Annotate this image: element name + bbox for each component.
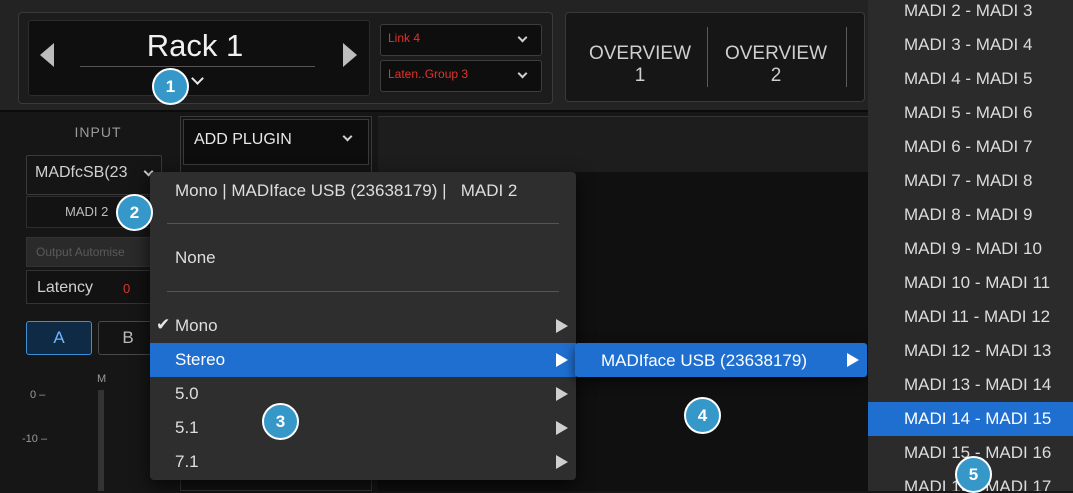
tab-overview-1-number: 1: [634, 65, 646, 86]
latency-group-dropdown[interactable]: Laten..Group 3: [380, 60, 542, 92]
next-rack-arrow-icon[interactable]: [343, 43, 357, 67]
callout-badge-1: 1: [152, 68, 189, 105]
input-format-menu: Mono | MADIface USB (23638179) | MADI 2 …: [150, 172, 576, 480]
channel-item[interactable]: MADI 12 - MADI 13: [868, 334, 1073, 368]
chevron-down-icon: [517, 32, 528, 43]
bank-a-button[interactable]: A: [26, 321, 92, 355]
channel-item-label: MADI 10 - MADI 11: [904, 273, 1051, 292]
tab-overview-2-number: 2: [770, 65, 782, 86]
device-submenu-label: MADIface USB (23638179): [601, 351, 807, 370]
chevron-down-icon: [517, 68, 528, 79]
channel-item[interactable]: MADI 7 - MADI 8: [868, 164, 1073, 198]
submenu-arrow-icon: [556, 319, 568, 333]
device-submenu-item[interactable]: MADIface USB (23638179): [575, 343, 867, 377]
channel-item-label: MADI 12 - MADI 13: [904, 341, 1052, 360]
overview-tabs: OVERVIEW 1 OVERVIEW 2: [565, 12, 865, 102]
submenu-arrow-icon: [847, 353, 859, 367]
callout-badge-5: 5: [955, 456, 992, 493]
menu-separator: [167, 223, 559, 224]
channel-item[interactable]: MADI 10 - MADI 11: [868, 266, 1073, 300]
rack-header-strip: [378, 116, 878, 172]
meter-tick-0: 0 –: [30, 389, 46, 401]
previous-rack-arrow-icon[interactable]: [40, 43, 54, 67]
tab-overview-2[interactable]: OVERVIEW 2: [708, 13, 844, 101]
menu-header: Mono | MADIface USB (23638179) | MADI 2: [150, 175, 576, 207]
bank-b-button[interactable]: B: [98, 321, 158, 355]
channel-item[interactable]: MADI 13 - MADI 14: [868, 368, 1073, 402]
channel-item-label: MADI 13 - MADI 14: [904, 375, 1052, 394]
menu-item-7-1-label: 7.1: [175, 452, 199, 471]
menu-item-5-1-label: 5.1: [175, 418, 199, 437]
menu-item-5-1[interactable]: 5.1: [150, 412, 576, 444]
tab-overview-1[interactable]: OVERVIEW 1: [572, 13, 708, 101]
channel-item-label: MADI 5 - MADI 6: [904, 103, 1033, 122]
channel-item-label: MADI 4 - MADI 5: [904, 69, 1033, 88]
channel-item[interactable]: MADI 4 - MADI 5: [868, 62, 1073, 96]
channel-item[interactable]: MADI 8 - MADI 9: [868, 198, 1073, 232]
callout-badge-4: 4: [684, 397, 721, 434]
latency-value: 0: [123, 281, 131, 296]
channel-item-label: MADI 9 - MADI 10: [904, 239, 1042, 258]
meter-tick-minus-10: -10 –: [22, 433, 48, 445]
channel-item[interactable]: MADI 3 - MADI 4: [868, 28, 1073, 62]
menu-item-stereo-label: Stereo: [175, 350, 226, 369]
latency-group-value: Laten..Group 3: [388, 67, 469, 81]
submenu-arrow-icon: [556, 387, 568, 401]
input-device-value: MADfcSB(23: [35, 164, 128, 181]
level-meter: [98, 390, 104, 491]
menu-item-none[interactable]: None: [150, 242, 576, 274]
input-section-label: INPUT: [74, 124, 122, 140]
submenu-arrow-icon: [556, 353, 568, 367]
latency-label: Latency: [37, 279, 94, 296]
menu-item-5-0[interactable]: 5.0: [150, 378, 576, 410]
latency-field: Latency 0: [26, 270, 162, 304]
tab-divider: [846, 27, 847, 87]
channel-item-selected[interactable]: MADI 14 - MADI 15: [868, 402, 1073, 436]
channel-item-label: MADI 6 - MADI 7: [904, 137, 1033, 156]
menu-item-none-label: None: [175, 248, 216, 267]
checkmark-icon: ✔: [156, 315, 171, 334]
channel-item[interactable]: MADI 5 - MADI 6: [868, 96, 1073, 130]
link-dropdown-value: Link 4: [388, 31, 421, 45]
channel-item[interactable]: MADI 2 - MADI 3: [868, 0, 1073, 28]
channel-item[interactable]: MADI 11 - MADI 12: [868, 300, 1073, 334]
add-plugin-dropdown[interactable]: ADD PLUGIN: [183, 119, 369, 165]
menu-item-7-1[interactable]: 7.1: [150, 446, 576, 478]
rack-title-divider: [80, 66, 315, 67]
automation-field[interactable]: Output Automise: [26, 237, 162, 267]
callout-badge-3: 3: [262, 403, 299, 440]
rack-title: Rack 1: [146, 28, 244, 63]
channel-item[interactable]: MADI 6 - MADI 7: [868, 130, 1073, 164]
menu-item-mono-label: Mono: [175, 316, 218, 335]
channel-item-label: MADI 2 - MADI 3: [904, 1, 1033, 20]
channel-item[interactable]: MADI 9 - MADI 10: [868, 232, 1073, 266]
input-channel-value: MADI 2: [65, 204, 109, 219]
tab-overview-2-title: OVERVIEW: [724, 43, 828, 64]
channel-item-label: MADI 11 - MADI 12: [904, 307, 1051, 326]
menu-header-label: Mono | MADIface USB (23638179) | MADI 2: [175, 181, 518, 200]
channel-item-label: MADI 8 - MADI 9: [904, 205, 1033, 224]
menu-separator: [167, 291, 559, 292]
callout-badge-2: 2: [116, 194, 153, 231]
channel-pair-list: MADI 2 - MADI 3 MADI 3 - MADI 4 MADI 4 -…: [868, 0, 1073, 491]
submenu-arrow-icon: [556, 421, 568, 435]
add-plugin-label: ADD PLUGIN: [194, 131, 292, 148]
menu-item-5-0-label: 5.0: [175, 384, 199, 403]
channel-item-label: MADI 3 - MADI 4: [904, 35, 1033, 54]
menu-item-stereo[interactable]: Stereo: [150, 343, 576, 377]
channel-item-label: MADI 14 - MADI 15: [904, 409, 1052, 428]
link-dropdown[interactable]: Link 4: [380, 24, 542, 56]
meter-mode-label: M: [97, 373, 107, 385]
channel-item-label: MADI 7 - MADI 8: [904, 171, 1033, 190]
chevron-down-icon: [342, 131, 353, 142]
tab-overview-1-title: OVERVIEW: [588, 43, 692, 64]
menu-item-mono[interactable]: ✔ Mono: [150, 310, 576, 342]
automation-label: Output Automise: [36, 245, 125, 259]
input-device-dropdown[interactable]: MADfcSB(23: [26, 155, 162, 195]
submenu-arrow-icon: [556, 455, 568, 469]
